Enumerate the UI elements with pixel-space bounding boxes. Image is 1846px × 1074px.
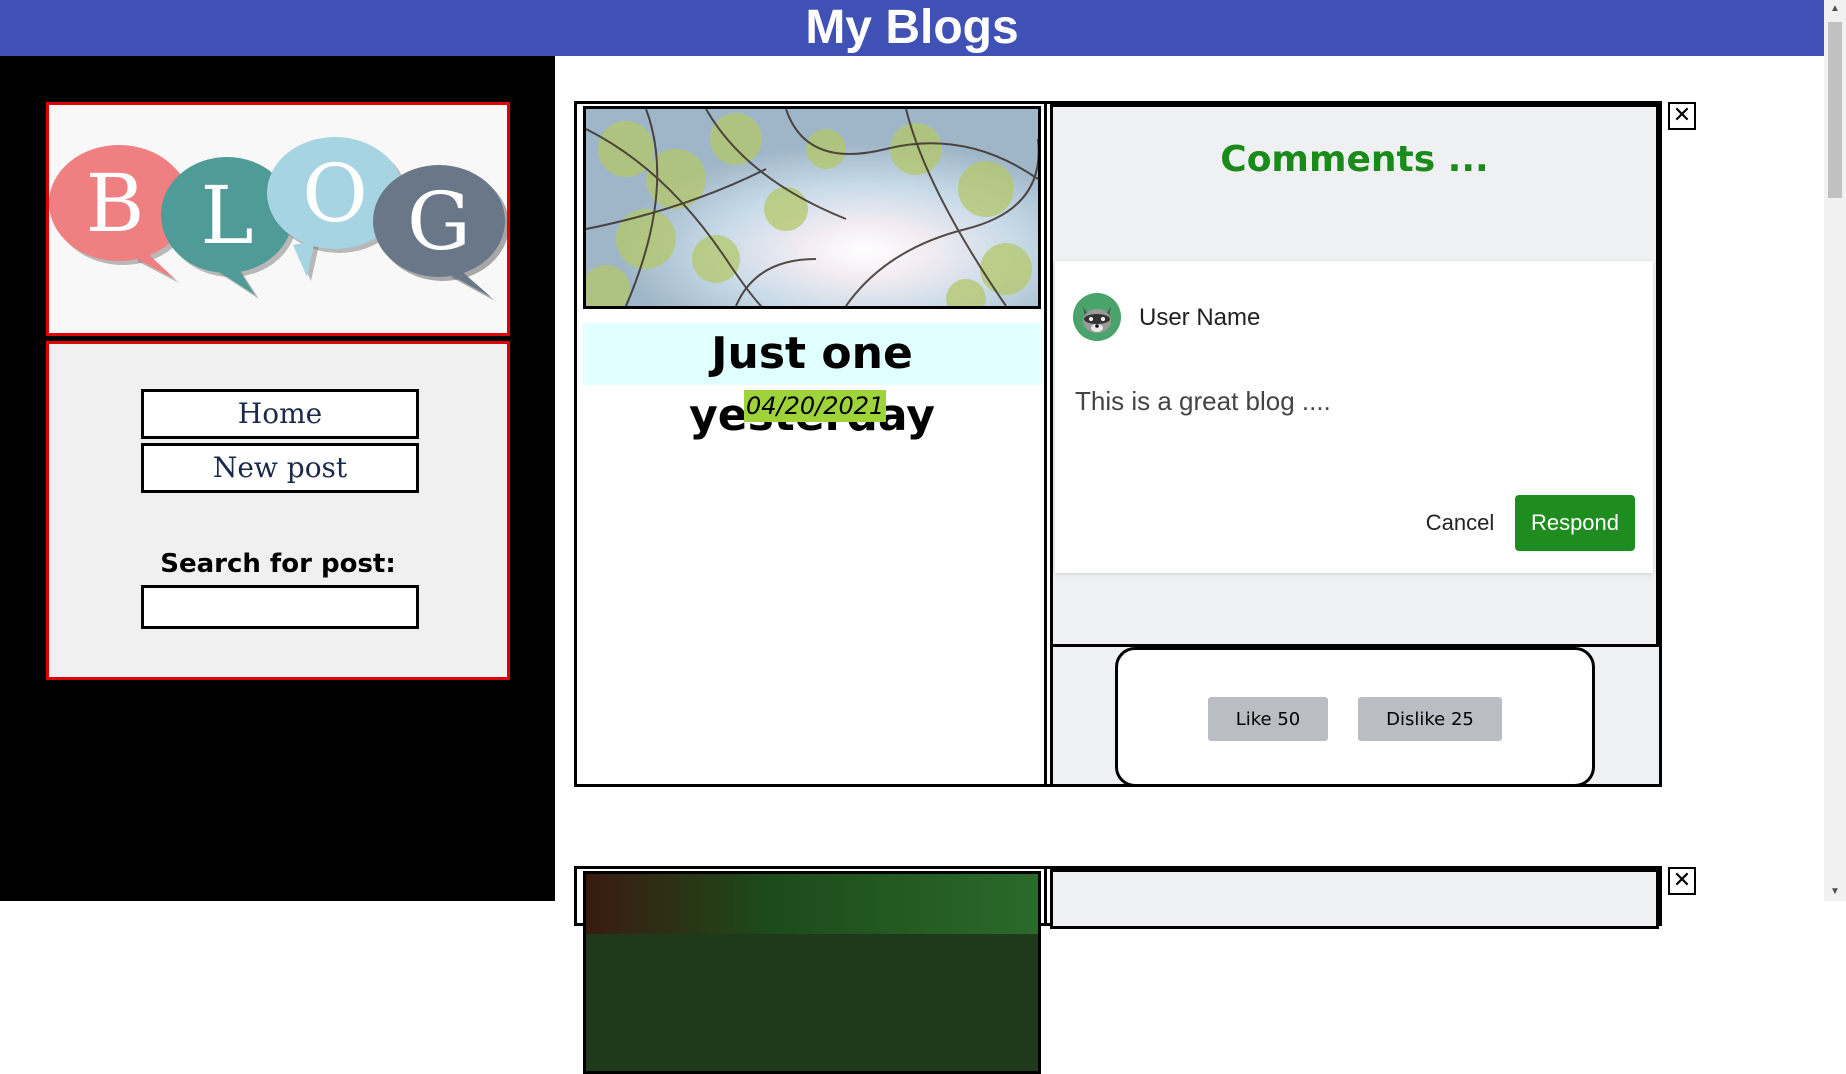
svg-text:L: L xyxy=(200,169,253,262)
comment-user-name: User Name xyxy=(1139,304,1261,331)
post-image xyxy=(583,106,1041,309)
cancel-button[interactable]: Cancel xyxy=(1411,495,1509,551)
reactions-box: Like 50 Dislike 25 xyxy=(1115,647,1595,787)
comments-panel xyxy=(1050,869,1659,929)
blog-post: Just one yesterday 04/20/2021 Comments .… xyxy=(574,101,1662,787)
comments-panel: Comments ... User Name This is a great b… xyxy=(1050,104,1659,647)
post-title: Just one yesterday xyxy=(689,328,935,441)
close-icon[interactable]: ✕ xyxy=(1668,867,1696,895)
respond-button[interactable]: Respond xyxy=(1515,495,1635,551)
search-label: Search for post: xyxy=(160,549,396,579)
post-date: 04/20/2021 xyxy=(744,390,887,422)
search-input[interactable] xyxy=(141,585,419,629)
scroll-up-arrow-icon[interactable]: ▲ xyxy=(1824,0,1846,18)
svg-text:B: B xyxy=(86,157,145,250)
blog-logo-image: B L O G xyxy=(49,105,507,333)
page-title: My Blogs xyxy=(805,1,1019,54)
comment-text: This is a great blog .... xyxy=(1075,386,1331,416)
post-image xyxy=(583,871,1041,1074)
dislike-button[interactable]: Dislike 25 xyxy=(1358,697,1502,741)
scroll-down-arrow-icon[interactable]: ▼ xyxy=(1824,883,1846,901)
post-image-trees xyxy=(586,109,1038,306)
post-content xyxy=(577,869,1047,1074)
like-button[interactable]: Like 50 xyxy=(1208,697,1328,741)
page-header: My Blogs xyxy=(0,0,1824,56)
svg-text:G: G xyxy=(407,175,471,268)
post-content: Just one yesterday 04/20/2021 xyxy=(577,104,1047,784)
scrollbar[interactable]: ▲ ▼ xyxy=(1824,0,1846,901)
post-title-banner: Just one yesterday xyxy=(583,323,1041,441)
close-icon[interactable]: ✕ xyxy=(1668,102,1696,130)
home-button[interactable]: Home xyxy=(141,389,419,439)
scroll-thumb[interactable] xyxy=(1828,22,1842,198)
reactions-panel: Like 50 Dislike 25 xyxy=(1050,647,1659,787)
new-post-button[interactable]: New post xyxy=(141,443,419,493)
sidebar-nav: Home New post Search for post: xyxy=(46,341,510,680)
svg-text:O: O xyxy=(302,147,368,240)
raccoon-avatar-icon xyxy=(1073,293,1121,341)
comment-card: User Name This is a great blog .... Canc… xyxy=(1055,261,1653,573)
blog-logo: B L O G xyxy=(46,102,510,336)
blog-post xyxy=(574,866,1662,1074)
sidebar: B L O G Home New post Search for post: xyxy=(0,56,555,901)
comments-title: Comments ... xyxy=(1220,139,1489,180)
